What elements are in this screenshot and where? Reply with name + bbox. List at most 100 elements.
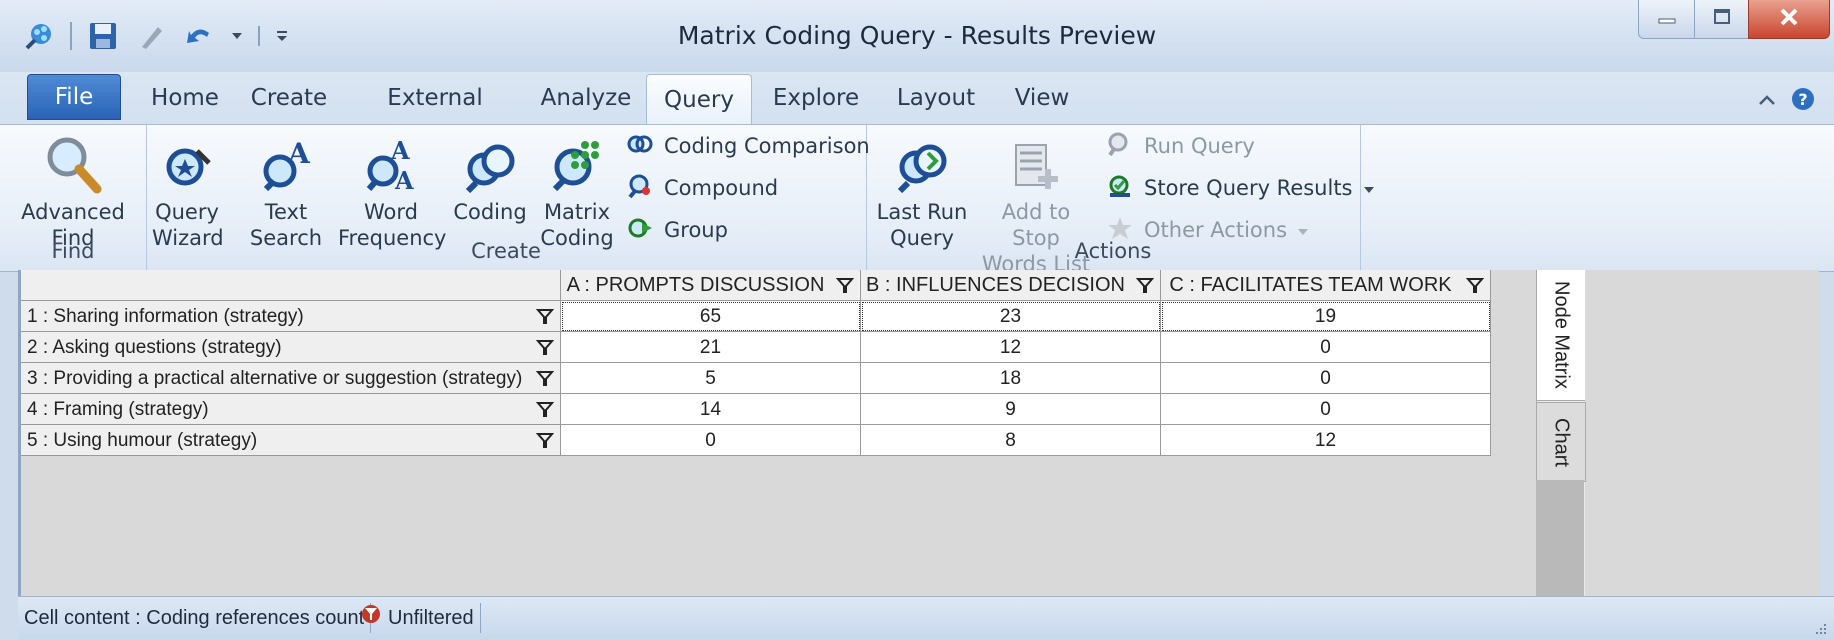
matrix-cell[interactable]: 21 [561, 332, 861, 363]
column-header-label: A : PROMPTS DISCUSSION [566, 274, 825, 296]
last-run-query-button[interactable]: Last Run Query [874, 131, 970, 251]
matrix-cell[interactable]: 0 [1161, 363, 1491, 394]
svg-text:A: A [287, 139, 311, 170]
coding-comparison-button[interactable]: Coding Comparison [626, 129, 870, 163]
row-header-label: 5 : Using humour (strategy) [27, 430, 258, 451]
actions-group: Last Run Query Add to Stop Words List Ru… [866, 125, 1374, 276]
minimize-ribbon-icon[interactable] [1758, 92, 1776, 111]
unfiltered-icon [360, 603, 382, 634]
filter-status[interactable]: Unfiltered [354, 603, 481, 633]
tab-node-matrix-label: Node Matrix [1550, 281, 1573, 389]
matrix-cell[interactable]: 12 [861, 332, 1161, 363]
matrix-cell[interactable]: 8 [861, 425, 1161, 456]
svg-text:A: A [394, 166, 414, 195]
title-bar: Matrix Coding Query - Results Preview [0, 0, 1834, 73]
run-query-button[interactable]: Run Query [1106, 129, 1255, 163]
matrix-cell[interactable]: 0 [1161, 332, 1491, 363]
ribbon-controls: ? [1758, 86, 1816, 116]
coding-query-icon [450, 131, 530, 195]
resize-grip-icon[interactable] [1812, 620, 1828, 636]
tab-home[interactable]: Home [140, 72, 230, 124]
matrix-cell[interactable]: 0 [561, 425, 861, 456]
filter-icon[interactable] [536, 307, 554, 325]
column-header-c[interactable]: C : FACILITATES TEAM WORK [1161, 270, 1491, 301]
customize-icon[interactable] [274, 19, 290, 53]
filter-icon[interactable] [536, 369, 554, 387]
advanced-find-button[interactable]: Advanced Find [6, 131, 140, 251]
magnifier-icon [6, 131, 140, 195]
text-search-icon: A [246, 131, 326, 195]
query-wizard-button[interactable]: Query Wizard [152, 131, 224, 251]
filter-icon[interactable] [1136, 276, 1154, 294]
matrix-cell[interactable]: 18 [861, 363, 1161, 394]
minimize-button[interactable] [1638, 0, 1696, 39]
dropdown-arrow-icon [1363, 176, 1375, 200]
matrix-coding-label-1: Matrix [543, 200, 611, 224]
compound-label: Compound [664, 176, 779, 200]
tab-layout[interactable]: Layout [888, 72, 984, 124]
matrix-coding-icon [540, 131, 614, 195]
coding-button[interactable]: Coding [450, 131, 530, 225]
coding-label: Coding [453, 200, 527, 224]
tab-chart[interactable]: Chart [1537, 402, 1586, 482]
tab-analyze[interactable]: Analyze [536, 72, 636, 124]
tab-file[interactable]: File [27, 74, 121, 120]
filter-icon[interactable] [536, 400, 554, 418]
create-group-label: Create [471, 239, 541, 263]
word-frequency-button[interactable]: AA Word Frequency [338, 131, 447, 251]
tab-create[interactable]: Create [243, 72, 335, 124]
advanced-find-label-1: Advanced [21, 200, 125, 224]
quick-access-toolbar [22, 18, 290, 54]
matrix-cell[interactable]: 65 [561, 301, 861, 332]
filter-icon[interactable] [536, 431, 554, 449]
ribbon: Advanced Find Find Query Wizard A Text S… [0, 124, 1834, 276]
filter-icon[interactable] [1466, 276, 1484, 294]
column-header-label: C : FACILITATES TEAM WORK [1169, 274, 1452, 296]
row-header-1[interactable]: 1 : Sharing information (strategy) [21, 301, 561, 332]
close-button[interactable] [1748, 0, 1830, 39]
query-wizard-icon [152, 131, 222, 195]
tab-explore[interactable]: Explore [766, 72, 866, 124]
run-query-label: Run Query [1144, 134, 1255, 158]
matrix-coding-button[interactable]: Matrix Coding [540, 131, 614, 251]
matrix-cell[interactable]: 9 [861, 394, 1161, 425]
maximize-button[interactable] [1694, 0, 1750, 39]
column-header-label: B : INFLUENCES DECISION [866, 274, 1125, 296]
help-icon[interactable]: ? [1790, 86, 1816, 116]
filter-icon[interactable] [536, 338, 554, 356]
matrix-cell[interactable]: 23 [861, 301, 1161, 332]
matrix-cell[interactable]: 5 [561, 363, 861, 394]
undo-icon[interactable] [182, 19, 216, 53]
tab-node-matrix[interactable]: Node Matrix [1537, 270, 1585, 401]
find-group: Advanced Find Find [0, 125, 147, 271]
row-header-label: 3 : Providing a practical alternative or… [27, 368, 523, 389]
cell-content-status: Cell content : Coding references count [18, 603, 372, 633]
store-query-results-button[interactable]: Store Query Results [1106, 171, 1375, 205]
tab-external-data[interactable]: External Data [360, 72, 510, 163]
row-header-4[interactable]: 4 : Framing (strategy) [21, 394, 561, 425]
find-group-label: Find [51, 239, 95, 263]
compound-icon [626, 173, 654, 204]
matrix-cell[interactable]: 14 [561, 394, 861, 425]
matrix-cell[interactable]: 12 [1161, 425, 1491, 456]
compound-button[interactable]: Compound [626, 171, 778, 205]
column-header-b[interactable]: B : INFLUENCES DECISION [861, 270, 1161, 301]
row-header-label: 1 : Sharing information (strategy) [27, 306, 304, 327]
create-group: Query Wizard A Text Search AA Word Frequ… [146, 125, 870, 271]
dropdown-icon[interactable] [230, 19, 244, 53]
stop-words-icon [980, 131, 1092, 195]
tab-view[interactable]: View [1002, 72, 1082, 124]
text-search-button[interactable]: A Text Search [246, 131, 326, 251]
row-header-3[interactable]: 3 : Providing a practical alternative or… [21, 363, 561, 394]
close-icon [1778, 7, 1800, 31]
row-header-2[interactable]: 2 : Asking questions (strategy) [21, 332, 561, 363]
row-header-5[interactable]: 5 : Using humour (strategy) [21, 425, 561, 456]
nvivo-logo-icon[interactable] [22, 19, 56, 53]
edit-icon[interactable] [134, 19, 168, 53]
matrix-cell[interactable]: 0 [1161, 394, 1491, 425]
save-icon[interactable] [86, 19, 120, 53]
tab-query[interactable]: Query [646, 74, 752, 126]
column-header-a[interactable]: A : PROMPTS DISCUSSION [561, 270, 861, 301]
filter-icon[interactable] [836, 276, 854, 294]
matrix-cell[interactable]: 19 [1161, 301, 1491, 332]
